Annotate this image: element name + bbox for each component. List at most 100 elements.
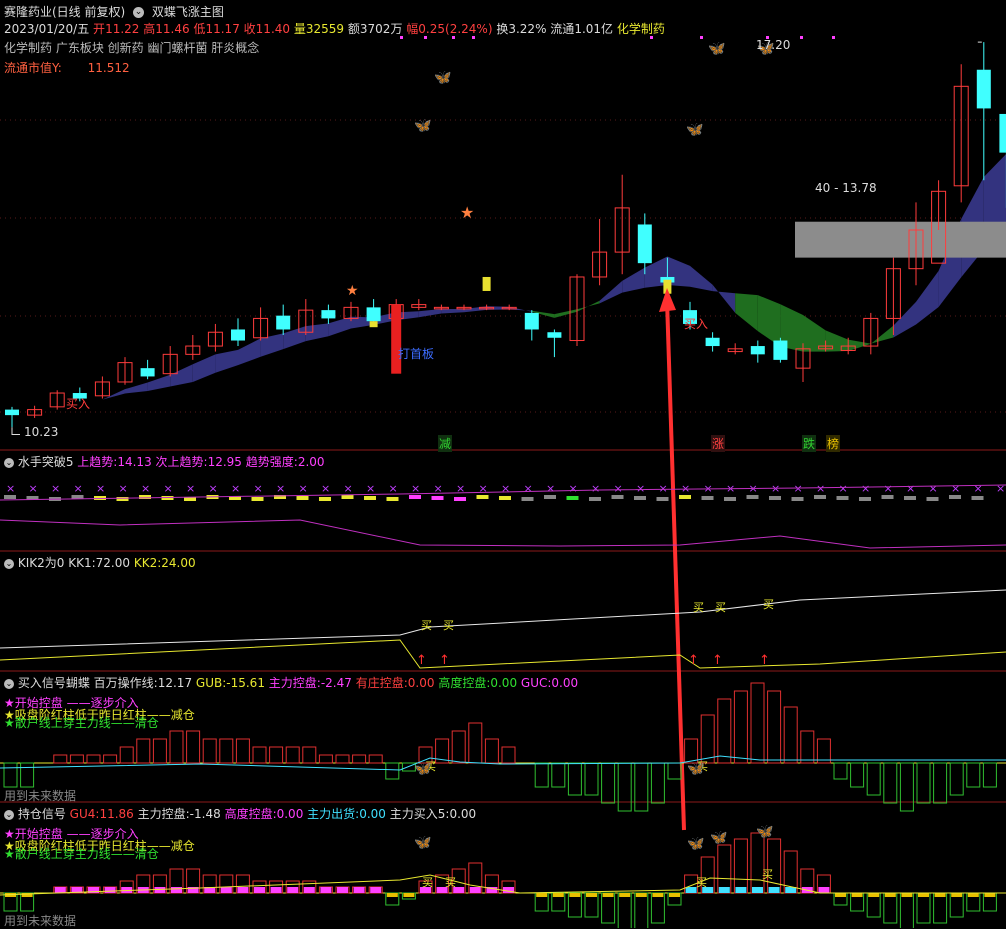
signal-candle (482, 276, 491, 291)
sector-label[interactable]: 化学制药 (617, 22, 665, 36)
p3-bar (368, 754, 383, 764)
p3-bar (468, 722, 483, 764)
panel1-name[interactable]: 水手突破5 (18, 455, 74, 469)
stock-name[interactable]: 赛隆药业(日线 前复权) (4, 5, 125, 19)
kk1-line (0, 589, 1006, 649)
turnover-value: 3.22% (508, 22, 547, 36)
butterfly-icon: 🦋 (414, 761, 432, 777)
panel2-name[interactable]: KIK2为0 (18, 556, 65, 570)
cross-marker: × (636, 482, 645, 495)
trend-band-segment (125, 382, 148, 394)
p4-fill (303, 887, 315, 893)
trend-bar (341, 495, 354, 499)
p3-bar (501, 746, 516, 764)
p3-bar (3, 762, 18, 788)
trend-bar (836, 496, 849, 500)
float-mv-value: 11.512 (87, 61, 130, 75)
trend-band-segment (170, 364, 193, 387)
float-mv-row: 流通市值Y: 11.512 (4, 59, 130, 76)
p1-label-0: 上趋势: (77, 455, 118, 469)
indicator-name[interactable]: 双蝶飞涨主图 (152, 5, 224, 19)
p4-fill (934, 893, 946, 897)
top-dot (800, 36, 803, 39)
buy-text: 买 (715, 601, 726, 614)
cross-marker: × (681, 482, 690, 495)
high-label: 高 (143, 22, 156, 36)
cross-marker: × (231, 482, 240, 495)
turnover-label: 换 (496, 22, 509, 36)
p3-bar (20, 762, 35, 788)
p3-bar (899, 762, 914, 812)
marker-zhang: 涨 (711, 435, 726, 452)
cross-marker: × (411, 482, 420, 495)
p3-bar (219, 738, 234, 764)
p3-bar (949, 762, 964, 796)
p4-fill (237, 887, 249, 893)
p3-label-4: 高度控盘: (438, 676, 491, 690)
p3-value-4: 0.00 (490, 676, 518, 690)
p4-fill (386, 893, 398, 897)
p3-legend-2: ★散户线上穿主力线——清仓 (4, 716, 159, 730)
amount-value: 3702万 (359, 22, 403, 36)
concept-list[interactable]: 化学制药 广东板块 创新药 幽门螺杆菌 肝炎概念 (4, 39, 259, 56)
up-arrow-icon: ↑ (439, 653, 450, 668)
cross-marker: × (861, 482, 870, 495)
p4-bar (617, 892, 632, 928)
p4-label-3: 主力出货: (307, 807, 360, 821)
volume-value: 32559 (305, 22, 345, 36)
candle-body (276, 315, 291, 330)
chevron-down-icon[interactable]: ⌄ (4, 457, 14, 468)
cross-marker: × (929, 482, 938, 495)
p3-bar (783, 706, 798, 764)
quote-date: 2023/01/20/五 (4, 22, 90, 36)
p1-label-1: 次上趋势: (155, 455, 208, 469)
p3-bar (69, 754, 84, 764)
trend-bar (139, 495, 151, 499)
p3-bar (53, 754, 68, 764)
cross-marker: × (254, 482, 263, 495)
panel3-name[interactable]: 买入信号蝴蝶 (18, 676, 90, 690)
marker-bang: 榜 (826, 435, 841, 452)
p3-bar (850, 762, 865, 788)
p4-fill (287, 887, 299, 893)
chevron-down-icon[interactable]: ⌄ (4, 678, 14, 689)
p3-bar (302, 746, 317, 764)
trend-band-segment (238, 338, 261, 366)
trend-bar (724, 497, 736, 501)
p4-value-1: -1.48 (189, 807, 221, 821)
p3-bar (119, 746, 134, 764)
chevron-down-icon[interactable]: ⌄ (4, 809, 14, 820)
cross-marker: × (479, 482, 488, 495)
p2-label-1: KK2: (133, 556, 162, 570)
trend-bar (319, 497, 331, 501)
buy-label-2: 买入 (684, 317, 709, 331)
panel4-name[interactable]: 持仓信号 (18, 807, 66, 821)
trend-bar (701, 496, 714, 500)
trend-band-segment (441, 309, 464, 314)
candle-body (547, 332, 562, 338)
butterfly-icon: 🦋 (710, 830, 728, 846)
butterfly-icon: 🦋 (434, 70, 452, 86)
candle-body (5, 409, 19, 416)
p4-bar (767, 838, 782, 894)
kk2-line (0, 639, 1006, 669)
p4-label-0: GU4: (69, 807, 100, 821)
p4-fill (901, 893, 913, 897)
trend-bar (679, 495, 691, 499)
chevron-down-icon[interactable]: ⌄ (4, 558, 14, 569)
p4-fill (635, 893, 647, 897)
amount-label: 额 (347, 22, 360, 36)
p4-fill (752, 887, 763, 893)
butterfly-icon: 🦋 (687, 761, 705, 777)
volume-label: 量 (293, 22, 306, 36)
p4-fill (685, 887, 697, 893)
p3-bar (202, 738, 217, 764)
buy-text: 买 (422, 876, 433, 889)
p4-fill (469, 887, 481, 893)
trend-bar (251, 497, 264, 501)
buy-text: 买 (443, 619, 454, 632)
chevron-down-icon[interactable]: ⌄ (133, 7, 145, 18)
p3-bar (700, 714, 715, 764)
p4-fill (54, 887, 66, 893)
p3-bar (816, 738, 831, 764)
